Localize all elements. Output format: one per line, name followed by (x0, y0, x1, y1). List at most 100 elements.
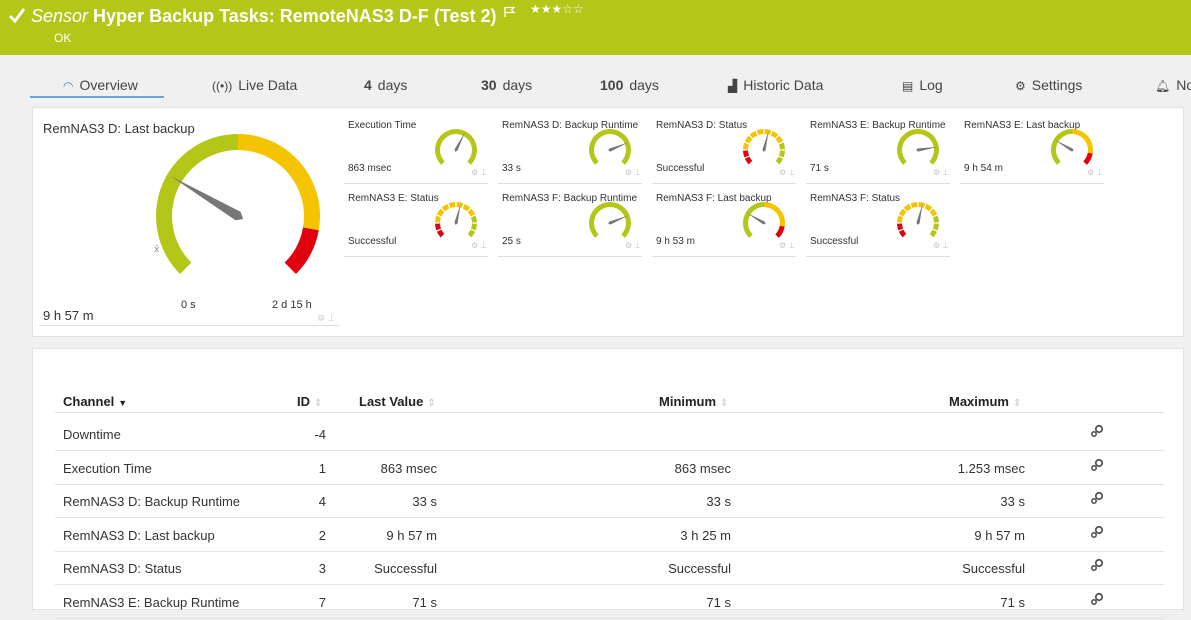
gauge-tile[interactable]: RemNAS3 F: Status Successful ⚙ ⊥ (806, 187, 950, 257)
gauge-value: 863 msec (348, 163, 392, 174)
gauge-value: 9 h 54 m (964, 163, 1003, 174)
row-divider (55, 550, 1164, 552)
channel-settings-icon[interactable] (1090, 592, 1104, 606)
priority-stars[interactable]: ★★★☆☆ (530, 2, 584, 16)
table-row[interactable]: RemNAS3 D: Last backup 2 9 h 57 m 3 h 25 m 9… (33, 520, 1183, 553)
live-signal-icon: ((•)) (212, 79, 233, 93)
gauge-tile[interactable]: Execution Time 863 msec ⚙ ⊥ (344, 114, 488, 184)
gauge-band-yellow (1072, 129, 1093, 154)
gauge-tile[interactable]: RemNAS3 D: Backup Runtime 33 s ⚙ ⊥ (498, 114, 642, 184)
row-divider (55, 517, 1164, 519)
channel-settings-icon[interactable] (1090, 424, 1104, 438)
header-label: Minimum (659, 394, 717, 409)
gauge-segment (929, 208, 938, 217)
cell-id: 7 (318, 595, 326, 610)
channel-settings-icon[interactable] (1090, 525, 1104, 539)
main-gauge-min: 0 s (181, 299, 196, 311)
divider (39, 325, 339, 326)
header-divider (55, 412, 1164, 413)
gauge-dial (589, 202, 631, 238)
tab-label: days (502, 77, 533, 93)
col-header-maximum[interactable]: Maximum ⇕ (949, 394, 1021, 409)
tab-label: days (377, 77, 408, 93)
sort-icon: ⇕ (1012, 398, 1022, 409)
gauge-value: 25 s (502, 236, 521, 247)
gauge-needle (170, 176, 244, 221)
main-gauge-max: 2 d 15 h (272, 299, 312, 311)
gauge-settings-icon[interactable]: ⚙ ⊥ (779, 241, 795, 250)
tab-100-days[interactable]: 100 days (600, 77, 659, 93)
channel-settings-icon[interactable] (1090, 558, 1104, 572)
channel-settings-icon[interactable] (1090, 458, 1104, 472)
gauge-band-green (435, 129, 477, 165)
gauge-segment (743, 142, 750, 150)
tab-30-days[interactable]: 30 days (481, 77, 532, 93)
bell-icon: 🔔︎ (1155, 79, 1171, 93)
cell-id: 3 (318, 561, 326, 577)
gauge-segment (775, 135, 784, 144)
gauge-segment (470, 223, 477, 231)
channel-settings-icon[interactable] (1090, 491, 1104, 505)
gauge-segment (467, 229, 476, 238)
table-row[interactable]: Execution Time 1 863 msec 863 msec 1.253 mse… (33, 453, 1183, 486)
gauge-settings-icon[interactable]: ⚙ ⊥ (625, 241, 641, 250)
gauge-segment (924, 203, 933, 212)
gauge-settings-icon[interactable]: ⚙ ⊥ (779, 168, 795, 177)
cell-channel: RemNAS3 D: Last backup (63, 527, 215, 543)
gauge-settings-icon[interactable]: ⚙ ⊥ (1087, 168, 1103, 177)
tab-notifications[interactable]: 🔔︎ No (1155, 77, 1191, 93)
tab-live-data[interactable]: ((•)) Live Data (212, 77, 297, 93)
gauge-tile[interactable]: RemNAS3 F: Backup Runtime 25 s ⚙ ⊥ (498, 187, 642, 257)
header-label: Channel (63, 394, 115, 409)
gauge-settings-icon[interactable]: ⚙ ⊥ (471, 241, 487, 250)
gauge-band-green (156, 134, 238, 274)
gauge-tile[interactable]: RemNAS3 E: Status Successful ⚙ ⊥ (344, 187, 488, 257)
tab-4-days[interactable]: 4 days (364, 77, 407, 93)
gauge-tile[interactable]: RemNAS3 F: Last backup 9 h 53 m ⚙ ⊥ (652, 187, 796, 257)
gauge-value: 9 h 53 m (656, 236, 695, 247)
gauge-segment (932, 223, 939, 231)
gauge-name: RemNAS3 D: Status (656, 120, 748, 131)
gauge-segment (448, 202, 456, 209)
col-header-id[interactable]: ID ⇕ (297, 394, 322, 409)
gauge-settings-icon[interactable]: ⚙ ⊥ (471, 168, 487, 177)
tab-historic-data[interactable]: ▟ Historic Data (728, 77, 823, 93)
gauge-segment (743, 150, 750, 158)
gauge-band-green (589, 129, 631, 165)
col-header-last-value[interactable]: Last Value ⇕ (359, 394, 436, 409)
gauge-band-red (284, 227, 319, 274)
gauge-tile[interactable]: RemNAS3 D: Status Successful ⚙ ⊥ (652, 114, 796, 184)
table-row[interactable]: RemNAS3 D: Backup Runtime 4 33 s 33 s 33 s (33, 486, 1183, 519)
gauge-name: RemNAS3 F: Status (810, 193, 901, 204)
cell-maximum: 33 s (1000, 494, 1025, 510)
tab-number: 100 (600, 77, 624, 93)
flag-icon[interactable] (504, 6, 516, 18)
table-row[interactable]: Downtime -4 (33, 419, 1183, 452)
gauge-segment (744, 156, 753, 165)
gauge-settings-icon[interactable]: ⚙ ⊥ (933, 241, 949, 250)
sensor-header: Sensor Hyper Backup Tasks: RemoteNAS3 D-F… (0, 0, 1191, 55)
col-header-channel[interactable]: Channel ▼ (63, 394, 127, 409)
tab-number: 4 (364, 77, 372, 93)
gauge-settings-icon[interactable]: ⚙ ⊥ (933, 168, 949, 177)
gauge-settings-icon[interactable]: ⚙ ⊥ (317, 313, 335, 324)
gauge-tile[interactable]: RemNAS3 E: Backup Runtime 71 s ⚙ ⊥ (806, 114, 950, 184)
gauge-needle (1054, 139, 1074, 152)
tab-log[interactable]: ▤ Log (902, 77, 943, 93)
cell-last-value: 33 s (412, 494, 437, 510)
chart-icon: ▟ (728, 79, 738, 93)
gauge-value: 71 s (810, 163, 829, 174)
header-label: ID (297, 394, 310, 409)
cell-channel: RemNAS3 D: Status (63, 561, 182, 577)
table-row[interactable]: RemNAS3 D: Status 3 Successful Successful Su… (33, 553, 1183, 586)
gauge-segment (775, 156, 784, 165)
sort-desc-icon: ▼ (118, 398, 128, 408)
tab-settings[interactable]: ⚙ Settings (1015, 77, 1082, 93)
table-row[interactable]: RemNAS3 E: Backup Runtime 7 71 s 71 s 71 s (33, 587, 1183, 620)
gauge-tile[interactable]: RemNAS3 E: Last backup 9 h 54 m ⚙ ⊥ (960, 114, 1104, 184)
gauge-settings-icon[interactable]: ⚙ ⊥ (625, 168, 641, 177)
cell-channel: Downtime (63, 427, 121, 442)
tab-overview[interactable]: ◠ Overview (30, 77, 164, 98)
status-text: OK (54, 31, 72, 45)
col-header-minimum[interactable]: Minimum ⇕ (659, 394, 728, 409)
